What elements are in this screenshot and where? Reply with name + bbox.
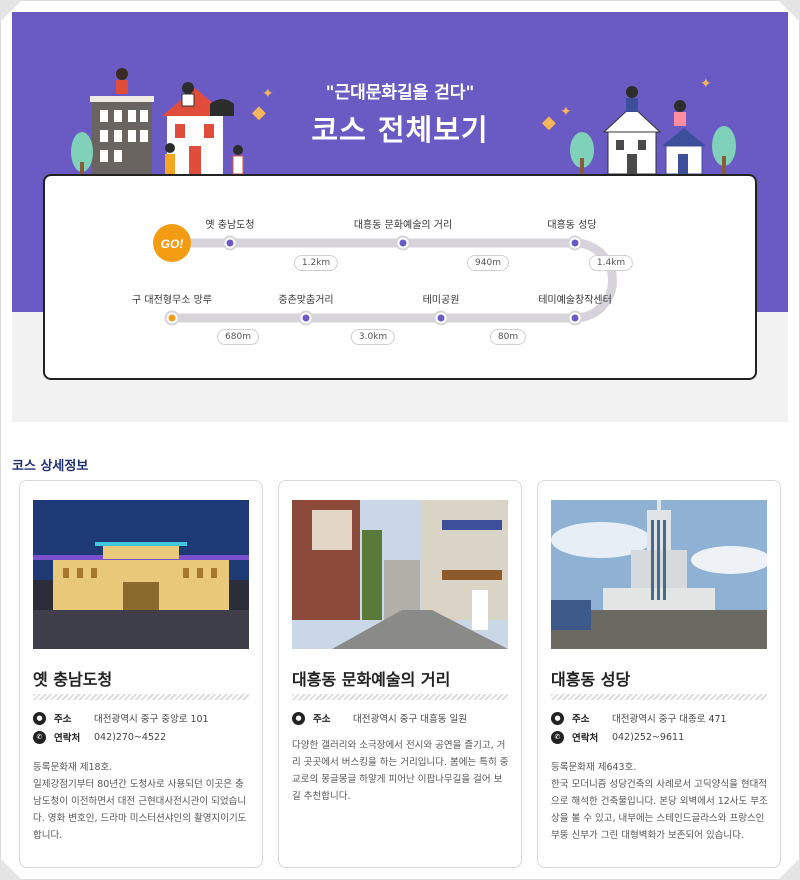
- stop-node-dot: [437, 314, 445, 322]
- distance-badge: 940m: [467, 255, 509, 271]
- start-badge-text: GO!: [161, 237, 184, 251]
- route-track: [167, 238, 617, 323]
- place-photo: [33, 500, 249, 649]
- stop-label: 구 대전형무소 망루: [132, 295, 212, 306]
- divider: [551, 694, 767, 700]
- stop-label: 중촌맞춤거리: [278, 295, 334, 306]
- distance-badge: 80m: [489, 329, 527, 345]
- stop-node-dot: [399, 239, 407, 247]
- card-title: 옛 충남도청: [33, 670, 113, 689]
- place-photo: [292, 500, 508, 649]
- address-label: 주소: [313, 714, 331, 725]
- course-overview-section: "근대문화길을 걷다" 코스 전체보기 ✦ ◆ ◆ ✦ ✦ GO! 옛 충남도청…: [12, 12, 788, 422]
- right-buildings-illustration: [570, 86, 736, 174]
- course-card[interactable]: 옛 충남도청 ● 주소 대전광역시 중구 중앙로 101 ✆ 연락처 042)2…: [19, 480, 263, 868]
- contact-label: 연락처: [572, 733, 599, 744]
- card-description: 다양한 갤러리와 소극장에서 전시와 공연을 즐기고, 거리 곳곳에서 버스킹을…: [292, 740, 509, 802]
- stop-label: 테미예술창작센터: [538, 295, 612, 306]
- divider: [292, 694, 508, 700]
- sparkle-icon: ✦: [700, 76, 712, 92]
- stop-label: 옛 충남도청: [205, 220, 255, 231]
- course-map-card: GO! 옛 충남도청 대흥동 문화예술의 거리 대흥동 성당 구 대전형무소 망…: [43, 174, 757, 380]
- sparkle-icon: ◆: [542, 112, 556, 133]
- address-label: 주소: [572, 714, 590, 725]
- address-row: ● 주소 대전광역시 중구 대흥동 일원: [292, 711, 467, 725]
- detail-section-title: 코스 상세정보: [12, 459, 89, 474]
- distance-badge: 1.4km: [588, 255, 634, 271]
- address-row: ● 주소 대전광역시 중구 중앙로 101: [33, 711, 209, 725]
- stop-node-dot: [571, 239, 579, 247]
- stop-label: 테미공원: [422, 295, 460, 306]
- stop-label: 대흥동 문화예술의 거리: [353, 220, 453, 231]
- contact-value: 042)270~4522: [94, 731, 167, 743]
- end-node-dot: [168, 314, 176, 322]
- distance-badge: 3.0km: [350, 329, 396, 345]
- distance-badge: 1.2km: [293, 255, 339, 271]
- place-photo: [551, 500, 767, 649]
- location-pin-icon: ●: [292, 711, 305, 725]
- address-value: 대전광역시 중구 대흥동 일원: [353, 714, 467, 725]
- left-buildings-illustration: [71, 68, 244, 174]
- contact-row: ✆ 연락처 042)270~4522: [33, 730, 166, 744]
- course-card[interactable]: 대흥동 문화예술의 거리 ● 주소 대전광역시 중구 대흥동 일원 다양한 갤러…: [278, 480, 522, 868]
- sparkle-icon: ✦: [262, 86, 274, 102]
- address-row: ● 주소 대전광역시 중구 대종로 471: [551, 711, 727, 725]
- contact-value: 042)252~9611: [612, 731, 685, 743]
- phone-icon: ✆: [551, 730, 564, 744]
- course-card[interactable]: 대흥동 성당 ● 주소 대전광역시 중구 대종로 471 ✆ 연락처 042)2…: [537, 480, 781, 868]
- divider: [33, 694, 249, 700]
- address-value: 대전광역시 중구 대종로 471: [612, 714, 727, 725]
- card-description: 등록문화재 제18호. 일제강점기부터 80년간 도청사로 사용되던 이곳은 충…: [33, 762, 247, 841]
- card-title: 대흥동 성당: [551, 670, 631, 689]
- address-label: 주소: [54, 714, 72, 725]
- distance-badge: 680m: [217, 329, 259, 345]
- address-value: 대전광역시 중구 중앙로 101: [94, 714, 209, 725]
- card-description: 등록문화재 제643호. 한국 모더니즘 성당건축의 사례로서 고딕양식을 현대…: [551, 762, 768, 841]
- stop-node-dot: [302, 314, 310, 322]
- location-pin-icon: ●: [33, 711, 46, 725]
- card-title: 대흥동 문화예술의 거리: [292, 670, 451, 689]
- phone-icon: ✆: [33, 730, 46, 744]
- sparkle-icon: ◆: [252, 102, 266, 123]
- contact-label: 연락처: [54, 733, 81, 744]
- stop-node-dot: [226, 239, 234, 247]
- location-pin-icon: ●: [551, 711, 564, 725]
- course-route-svg: GO!: [153, 224, 617, 326]
- stop-label: 대흥동 성당: [547, 220, 597, 231]
- sparkle-icon: ✦: [560, 104, 572, 120]
- stop-node-dot: [571, 314, 579, 322]
- contact-row: ✆ 연락처 042)252~9611: [551, 730, 684, 744]
